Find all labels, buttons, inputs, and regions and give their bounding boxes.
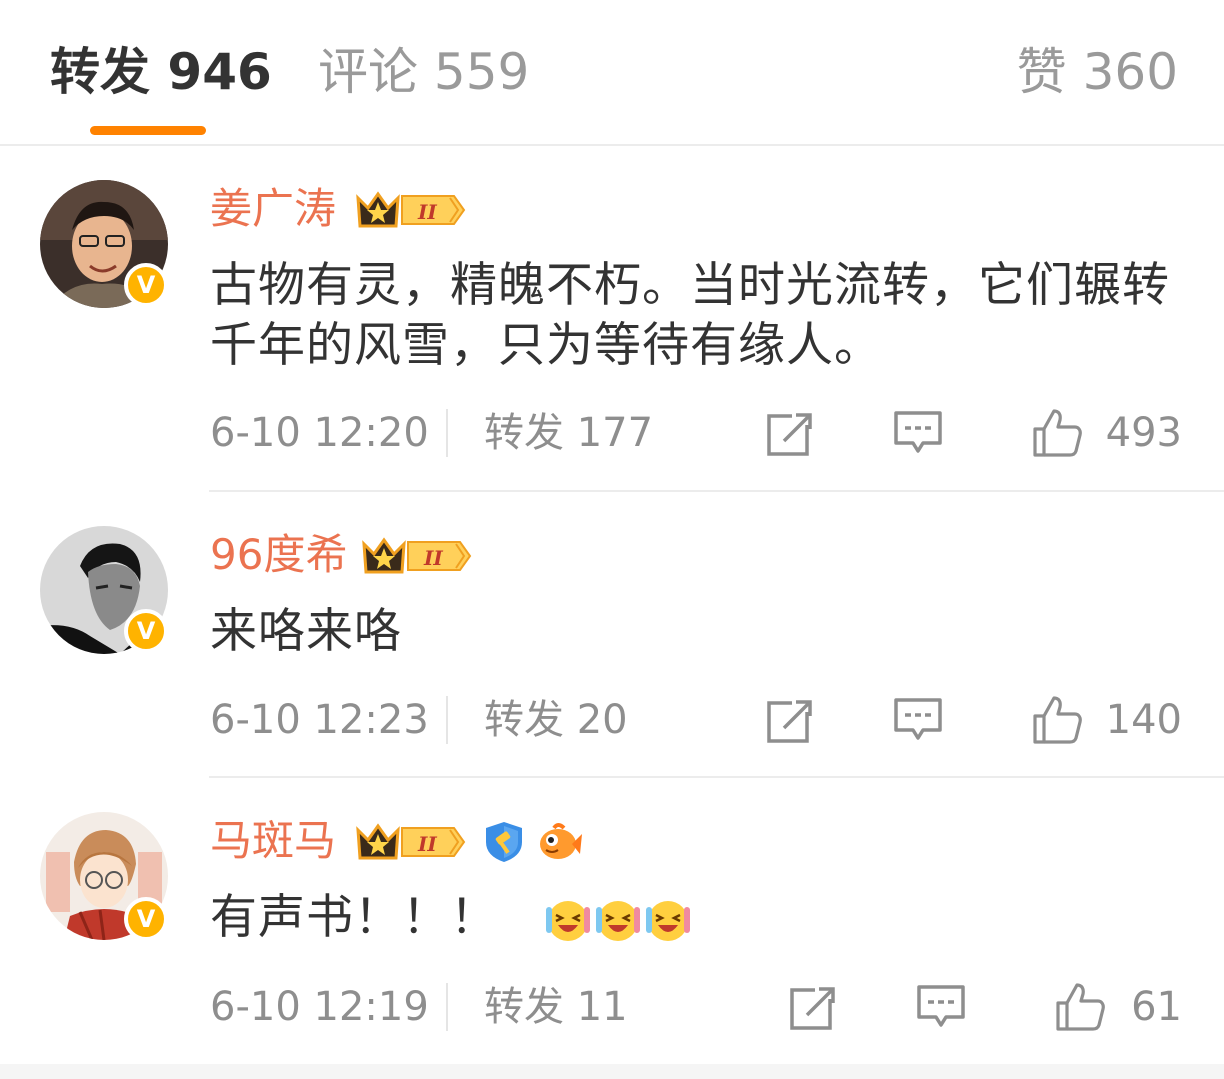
repost-text: 有声书！！！ <box>210 888 1190 948</box>
repost-text: 古物有灵，精魄不朽。当时光流转，它们辗转千年的风雪，只为等待有缘人。 <box>210 258 1170 373</box>
timestamp: 6-10 12:19 <box>210 984 429 1030</box>
repost-count[interactable]: 转发 11 <box>484 979 628 1035</box>
divider <box>446 409 448 457</box>
crown-level-badge-icon <box>360 534 472 578</box>
repost-text: 来咯来咯 <box>210 604 402 659</box>
timestamp: 6-10 12:23 <box>210 697 429 743</box>
active-tab-indicator <box>90 126 206 135</box>
bottom-edge <box>0 1064 1224 1079</box>
verified-v-badge-icon: V <box>124 609 168 653</box>
comment-icon[interactable] <box>892 407 944 459</box>
username[interactable]: 姜广涛 <box>210 184 336 234</box>
laugh-cry-emoji-icon <box>544 897 592 945</box>
username[interactable]: 马斑马 <box>210 816 336 866</box>
share-icon[interactable] <box>764 694 816 746</box>
share-icon[interactable] <box>787 981 839 1033</box>
tab-repost[interactable]: 转发 946 <box>50 42 272 102</box>
repost-text-content: 有声书！！！ <box>210 890 498 945</box>
repost-count[interactable]: 转发 20 <box>484 692 628 748</box>
username[interactable]: 96度希 <box>210 530 347 580</box>
like-icon[interactable] <box>1031 694 1083 746</box>
crown-level-badge-icon <box>354 188 466 232</box>
divider <box>209 776 1224 778</box>
divider <box>446 983 448 1031</box>
tab-like[interactable]: 赞 360 <box>1017 42 1178 102</box>
divider <box>446 696 448 744</box>
repost-count[interactable]: 转发 177 <box>484 405 653 461</box>
crown-level-badge-icon <box>354 820 466 864</box>
laugh-cry-emoji-icon <box>594 897 642 945</box>
like-count: 61 <box>1131 984 1182 1030</box>
laugh-cry-emoji-icon <box>644 897 692 945</box>
tab-comment[interactable]: 评论 559 <box>318 42 529 102</box>
repost-meta: 6-10 12:23 转发 20 140 <box>0 692 1224 748</box>
like-count: 493 <box>1105 410 1182 456</box>
verified-v-badge-icon: V <box>124 263 168 307</box>
repost-meta: 6-10 12:19 转发 11 61 <box>0 979 1224 1035</box>
like-icon[interactable] <box>1031 407 1083 459</box>
like-icon[interactable] <box>1054 981 1106 1033</box>
comment-icon[interactable] <box>915 981 967 1033</box>
comment-icon[interactable] <box>892 694 944 746</box>
goldfish-icon <box>540 823 582 859</box>
tab-bar: 转发 946 评论 559 赞 360 <box>0 0 1224 146</box>
verified-v-badge-icon: V <box>124 897 168 941</box>
shield-hammer-icon <box>486 822 522 862</box>
like-count: 140 <box>1105 697 1182 743</box>
divider <box>209 490 1224 492</box>
share-icon[interactable] <box>764 407 816 459</box>
timestamp: 6-10 12:20 <box>210 410 429 456</box>
repost-meta: 6-10 12:20 转发 177 493 <box>0 405 1224 461</box>
